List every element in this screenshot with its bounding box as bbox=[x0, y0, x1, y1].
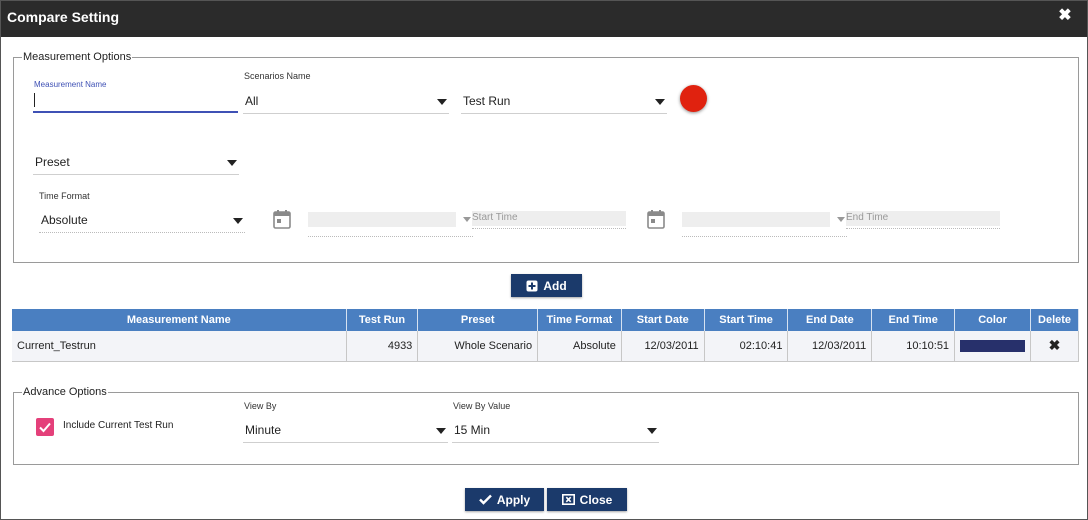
column-header[interactable]: Start Date bbox=[621, 309, 705, 331]
cell-end-time: 10:10:51 bbox=[871, 331, 956, 362]
view-by-value: Minute bbox=[245, 423, 282, 437]
end-date-input[interactable] bbox=[682, 212, 830, 227]
start-date-calendar-icon[interactable] bbox=[273, 209, 291, 229]
add-button[interactable]: Add bbox=[511, 274, 582, 297]
dialog-titlebar: Compare Setting ✖ bbox=[1, 1, 1087, 37]
measurement-options-legend: Measurement Options bbox=[23, 51, 132, 63]
end-date-calendar-icon[interactable] bbox=[647, 209, 665, 229]
measurement-name-label: Measurement Name bbox=[34, 80, 107, 89]
column-header[interactable]: Color bbox=[954, 309, 1032, 331]
start-time-placeholder: Start Time bbox=[472, 212, 518, 223]
start-time-input[interactable]: Start Time bbox=[472, 211, 626, 226]
close-window-icon bbox=[561, 494, 575, 505]
start-date-input[interactable] bbox=[308, 212, 456, 227]
dialog-title: Compare Setting bbox=[7, 9, 120, 25]
compare-setting-dialog: Compare Setting ✖ Measurement Options Me… bbox=[0, 0, 1088, 520]
cell-measurement-name: Current_Testrun bbox=[12, 331, 347, 362]
preset-value: Preset bbox=[35, 155, 70, 169]
time-format-label: Time Format bbox=[39, 191, 90, 201]
checkmark-icon bbox=[39, 422, 51, 433]
view-by-value-select[interactable]: 15 Min bbox=[452, 419, 659, 443]
plus-square-icon bbox=[526, 280, 538, 291]
column-header[interactable]: End Date bbox=[787, 309, 873, 331]
view-by-value-label: View By Value bbox=[453, 401, 511, 411]
add-button-label: Add bbox=[543, 278, 567, 293]
time-format-value: Absolute bbox=[41, 213, 88, 227]
apply-button[interactable]: Apply bbox=[465, 488, 544, 511]
start-time-underline bbox=[472, 226, 626, 229]
chevron-down-icon bbox=[647, 428, 657, 434]
color-picker-swatch[interactable] bbox=[680, 85, 707, 112]
scenarios-name-select[interactable]: All bbox=[243, 90, 449, 114]
column-header[interactable]: Measurement Name bbox=[12, 309, 347, 331]
view-by-value-value: 15 Min bbox=[454, 423, 491, 437]
chevron-down-icon bbox=[463, 217, 471, 222]
view-by-select[interactable]: Minute bbox=[243, 419, 448, 443]
advance-options-legend: Advance Options bbox=[23, 386, 107, 398]
cell-start-time: 02:10:41 bbox=[704, 331, 789, 362]
column-header[interactable]: Start Time bbox=[704, 309, 789, 331]
end-date-underline bbox=[682, 227, 847, 237]
table-header-row: Measurement Name Test Run Preset Time Fo… bbox=[12, 309, 1079, 331]
delete-icon[interactable]: ✖ bbox=[1030, 331, 1079, 362]
scenarios-name-value: All bbox=[245, 94, 259, 108]
measurements-table: Measurement Name Test Run Preset Time Fo… bbox=[12, 309, 1079, 362]
column-header[interactable]: Test Run bbox=[346, 309, 419, 331]
chevron-down-icon bbox=[837, 217, 845, 222]
close-button[interactable]: Close bbox=[547, 488, 627, 511]
end-time-underline bbox=[846, 226, 1000, 229]
end-time-placeholder: End Time bbox=[846, 212, 889, 223]
cell-color bbox=[954, 331, 1032, 362]
text-cursor bbox=[34, 93, 35, 107]
check-icon bbox=[478, 494, 492, 505]
cell-start-date: 12/03/2011 bbox=[621, 331, 705, 362]
chevron-down-icon bbox=[227, 160, 237, 166]
cell-time-format: Absolute bbox=[537, 331, 622, 362]
cell-test-run: 4933 bbox=[346, 331, 419, 362]
color-bar[interactable] bbox=[960, 339, 1026, 352]
cell-end-date: 12/03/2011 bbox=[787, 331, 873, 362]
end-time-input[interactable]: End Time bbox=[846, 211, 1000, 226]
scenarios-name-label: Scenarios Name bbox=[244, 71, 311, 81]
time-format-select[interactable]: Absolute bbox=[39, 209, 245, 233]
column-header[interactable]: End Time bbox=[871, 309, 956, 331]
close-icon[interactable]: ✖ bbox=[1057, 8, 1073, 24]
view-by-label: View By bbox=[244, 401, 277, 411]
start-date-underline bbox=[308, 227, 473, 237]
table-row[interactable]: Current_Testrun 4933 Whole Scenario Abso… bbox=[12, 331, 1079, 362]
column-header[interactable]: Preset bbox=[417, 309, 539, 331]
include-current-checkbox[interactable] bbox=[36, 418, 54, 436]
test-run-value: Test Run bbox=[463, 94, 511, 108]
chevron-down-icon bbox=[437, 99, 447, 105]
chevron-down-icon bbox=[436, 428, 446, 434]
apply-button-label: Apply bbox=[496, 492, 531, 507]
cell-preset: Whole Scenario bbox=[417, 331, 539, 362]
close-button-label: Close bbox=[579, 492, 613, 507]
chevron-down-icon bbox=[655, 99, 665, 105]
measurement-name-input[interactable] bbox=[33, 91, 238, 113]
column-header[interactable]: Time Format bbox=[537, 309, 622, 331]
chevron-down-icon bbox=[233, 218, 243, 224]
preset-select[interactable]: Preset bbox=[33, 151, 239, 175]
column-header[interactable]: Delete bbox=[1030, 309, 1079, 331]
include-current-label: Include Current Test Run bbox=[63, 420, 174, 431]
test-run-select[interactable]: Test Run bbox=[461, 90, 667, 114]
